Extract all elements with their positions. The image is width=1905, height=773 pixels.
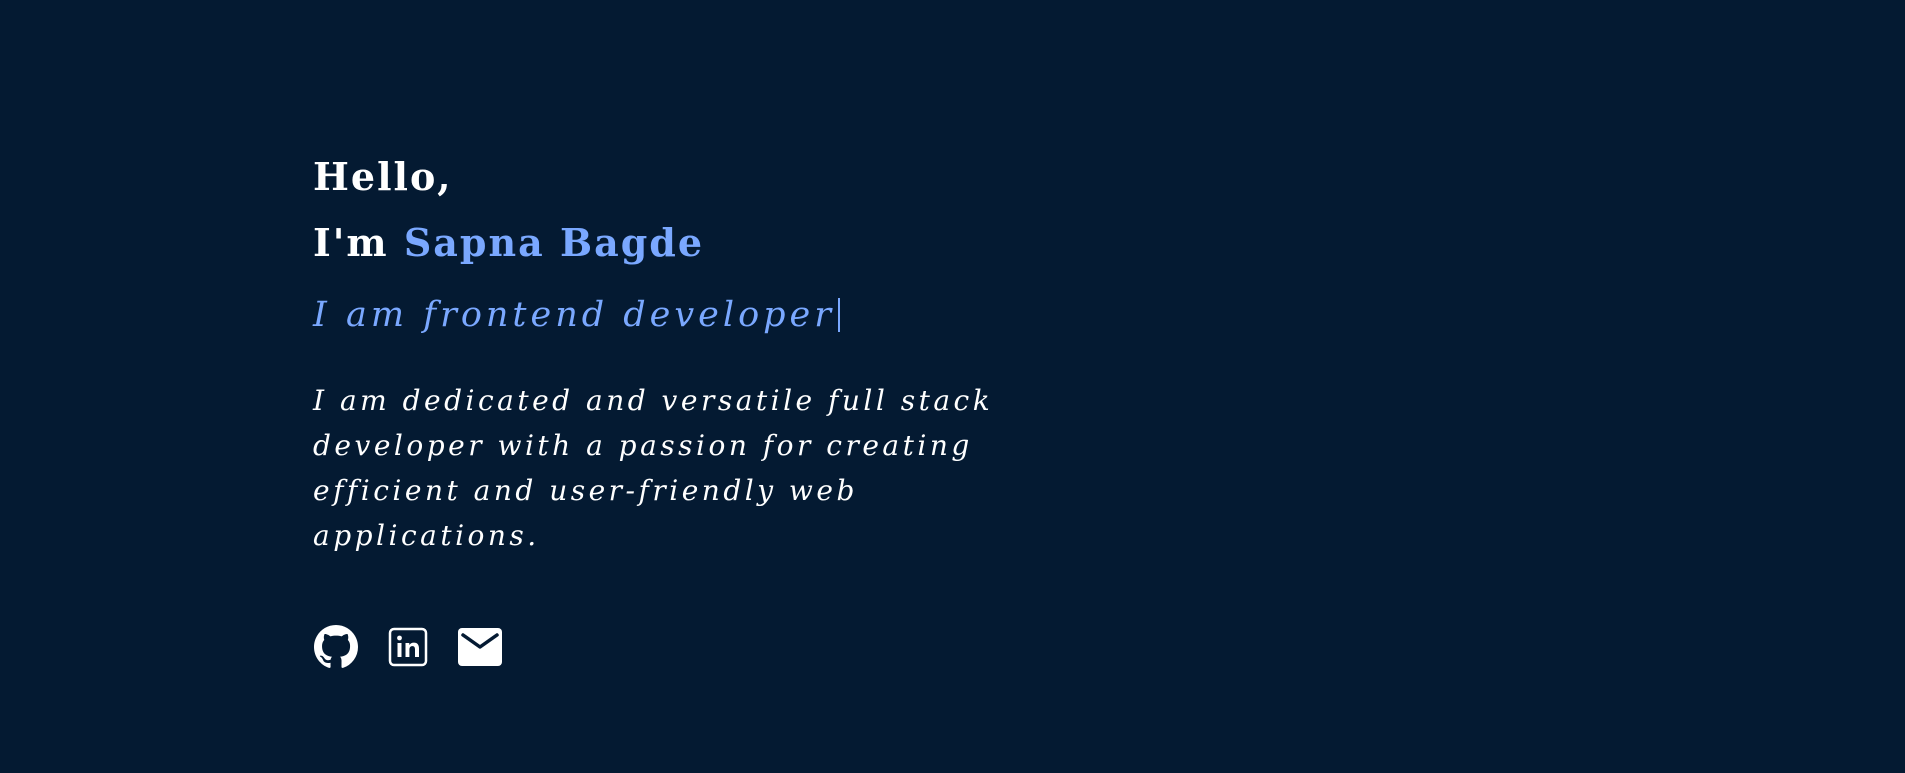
github-link[interactable] xyxy=(313,624,359,670)
typing-cursor xyxy=(838,298,840,332)
social-links xyxy=(313,624,1073,670)
hero-section: Hello, I'm Sapna Bagde I am frontend dev… xyxy=(313,158,1073,670)
intro-heading: I'm Sapna Bagde xyxy=(313,224,1073,276)
linkedin-link[interactable] xyxy=(385,624,431,670)
github-icon xyxy=(314,625,358,668)
role-text: I am frontend developer xyxy=(313,295,835,335)
mail-icon xyxy=(458,628,502,666)
bio-paragraph: I am dedicated and versatile full stack … xyxy=(313,384,994,552)
intro-prefix: I'm xyxy=(313,220,404,265)
email-link[interactable] xyxy=(457,624,503,670)
greeting-heading: Hello, xyxy=(313,154,453,199)
typed-role-line: I am frontend developer xyxy=(313,298,1073,342)
person-name: Sapna Bagde xyxy=(403,220,705,265)
linkedin-icon xyxy=(388,627,428,667)
